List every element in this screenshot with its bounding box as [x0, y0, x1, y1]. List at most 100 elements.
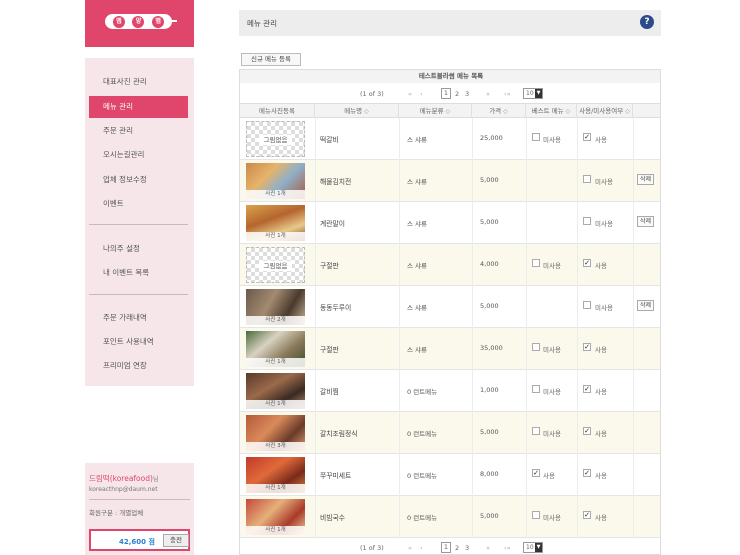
best-menu-checkbox[interactable]: [532, 385, 540, 393]
col-use[interactable]: 사용/미사용여부 ◇: [577, 104, 633, 118]
per-page-select[interactable]: 10 ▼: [523, 88, 543, 99]
cell-divider: [577, 118, 578, 160]
page-title: 메뉴 관리: [247, 19, 277, 28]
col-name[interactable]: 메뉴명 ◇: [315, 104, 399, 118]
cell-divider: [633, 496, 634, 538]
logo-area[interactable]: 맵 양 맵: [85, 0, 194, 47]
use-checkbox[interactable]: ✓: [583, 427, 591, 435]
best-menu-checkbox[interactable]: [532, 259, 540, 267]
menu-photo[interactable]: 사진 1개: [246, 457, 305, 493]
pager-page-1[interactable]: 1: [441, 88, 451, 99]
pager-page-2[interactable]: 2: [455, 544, 459, 552]
use-checkbox[interactable]: ✓: [583, 385, 591, 393]
sidebar-item-settings[interactable]: 나의주 설정: [85, 238, 194, 260]
menu-name[interactable]: 쭈꾸미세트: [320, 470, 351, 480]
no-image-placeholder[interactable]: 그림없음: [246, 121, 305, 157]
table-row: 그림없음 떡갈비 스 샤류 25,000 미사용 ✓ 사용: [240, 118, 660, 160]
menu-photo[interactable]: 사진 1개: [246, 373, 305, 409]
cell-divider: [526, 286, 527, 328]
cell-divider: [472, 496, 473, 538]
best-menu-checkbox[interactable]: [532, 511, 540, 519]
sidebar-item-photo[interactable]: 대표사진 관리: [85, 71, 194, 93]
delete-button[interactable]: 삭제: [637, 174, 654, 185]
sidebar-item-event[interactable]: 이벤트: [85, 193, 194, 215]
use-checkbox[interactable]: [583, 217, 591, 225]
menu-photo[interactable]: 사진 2개: [246, 289, 305, 325]
cell-divider: [577, 286, 578, 328]
pager-first-button[interactable]: «: [408, 90, 412, 98]
sidebar-item-directions[interactable]: 오시는길관리: [85, 144, 194, 166]
pager-last-button[interactable]: ›»: [504, 90, 511, 98]
user-divider: [89, 499, 190, 500]
help-icon[interactable]: ?: [640, 15, 654, 29]
menu-name[interactable]: 떡갈비: [320, 134, 339, 144]
no-image-placeholder[interactable]: 그림없음: [246, 247, 305, 283]
delete-button[interactable]: 삭제: [637, 216, 654, 227]
pager-first-button[interactable]: «: [408, 544, 412, 552]
menu-name[interactable]: 구절판: [320, 344, 339, 354]
pager-page-1[interactable]: 1: [441, 542, 451, 553]
pager-page-2[interactable]: 2: [455, 90, 459, 98]
col-best[interactable]: 베스트 메뉴 ◇: [526, 104, 577, 118]
best-menu-label: 미사용: [543, 346, 561, 354]
sidebar-item-order[interactable]: 주문 관리: [85, 120, 194, 142]
menu-photo[interactable]: 사진 1개: [246, 163, 305, 199]
best-menu-label: 미사용: [543, 514, 561, 522]
pager-page-3[interactable]: 3: [465, 90, 469, 98]
pager-page-3[interactable]: 3: [465, 544, 469, 552]
use-checkbox[interactable]: ✓: [583, 511, 591, 519]
cell-divider: [315, 160, 316, 202]
menu-name[interactable]: 해물김치전: [320, 176, 351, 186]
sidebar-item-premium[interactable]: 프리미엄 연장: [85, 355, 194, 377]
best-menu-checkbox[interactable]: [532, 427, 540, 435]
new-menu-button[interactable]: 신규 메뉴 등록: [241, 53, 301, 66]
cell-divider: [526, 454, 527, 496]
menu-photo[interactable]: 사진 1개: [246, 205, 305, 241]
use-checkbox[interactable]: ✓: [583, 469, 591, 477]
sidebar-item-my-events[interactable]: 내 이벤트 목록: [85, 262, 194, 284]
sidebar-item-menu[interactable]: 메뉴 관리: [89, 96, 188, 118]
pager-prev-button[interactable]: ‹: [420, 90, 423, 98]
use-checkbox[interactable]: ✓: [583, 133, 591, 141]
menu-photo[interactable]: 사진 3개: [246, 415, 305, 451]
sidebar-item-order-history[interactable]: 주문 가래내역: [85, 307, 194, 329]
cell-divider: [399, 160, 400, 202]
menu-photo[interactable]: 사진 1개: [246, 331, 305, 367]
charge-button[interactable]: 충전: [163, 534, 189, 547]
menu-name[interactable]: 갈비찜: [320, 386, 339, 396]
use-checkbox[interactable]: [583, 175, 591, 183]
cell-divider: [399, 370, 400, 412]
table-header: 메뉴사진등록 메뉴명 ◇ 메뉴분류 ◇ 가격 ◇ 베스트 메뉴 ◇ 사용/미사용여부 ◇: [240, 103, 660, 118]
menu-name[interactable]: 동동두루이: [320, 302, 351, 312]
per-page-select[interactable]: 10 ▼: [523, 542, 543, 553]
pager-next-button[interactable]: »: [486, 544, 490, 552]
best-menu-checkbox[interactable]: [532, 133, 540, 141]
menu-name[interactable]: 계란말이: [320, 218, 345, 228]
pager-next-button[interactable]: »: [486, 90, 490, 98]
sidebar-item-info[interactable]: 업체 정보수정: [85, 169, 194, 191]
use-checkbox[interactable]: ✓: [583, 343, 591, 351]
logo[interactable]: 맵 양 맵: [105, 14, 172, 29]
pager-prev-button[interactable]: ‹: [420, 544, 423, 552]
delete-button[interactable]: 삭제: [637, 300, 654, 311]
menu-name[interactable]: 비빔국수: [320, 512, 345, 522]
cell-divider: [472, 286, 473, 328]
sort-icon: ◇: [565, 108, 571, 115]
cell-divider: [633, 118, 634, 160]
col-photo[interactable]: 메뉴사진등록: [240, 104, 315, 118]
col-category[interactable]: 메뉴분류 ◇: [399, 104, 472, 118]
menu-name[interactable]: 구절판: [320, 260, 339, 270]
menu-price: 5,000: [480, 512, 499, 520]
best-menu-checkbox[interactable]: ✓: [532, 469, 540, 477]
sidebar-item-points[interactable]: 포인트 사용내역: [85, 331, 194, 353]
menu-name[interactable]: 갈치조림정식: [320, 428, 358, 438]
cell-divider: [633, 454, 634, 496]
menu-photo[interactable]: 사진 1개: [246, 499, 305, 535]
use-checkbox[interactable]: [583, 301, 591, 309]
best-menu-label: 미사용: [543, 136, 561, 144]
best-menu-checkbox[interactable]: [532, 343, 540, 351]
pager-last-button[interactable]: ›»: [504, 544, 511, 552]
use-checkbox[interactable]: ✓: [583, 259, 591, 267]
col-price[interactable]: 가격 ◇: [472, 104, 526, 118]
cell-divider: [633, 202, 634, 244]
